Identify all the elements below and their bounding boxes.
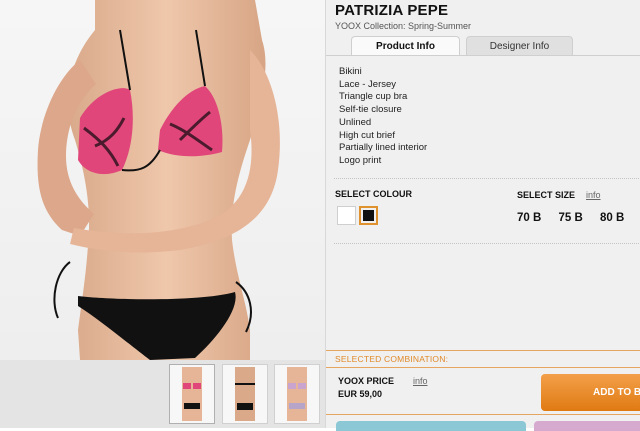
colour-swatch-black[interactable] [359,206,378,225]
add-to-bag-button[interactable]: ADD TO BAG [541,374,640,411]
thumbnail-alt-image [287,367,307,421]
description-line: Self-tie closure [339,104,402,116]
tab-product-info[interactable]: Product Info [351,36,460,56]
brand-name: PATRIZIA PEPE [335,2,449,19]
product-description: Bikini Lace - Jersey Triangle cup bra Se… [339,66,427,168]
description-line: Partially lined interior [339,142,428,154]
product-photo[interactable] [0,0,325,360]
thumbnail-alt[interactable] [274,364,320,424]
divider [334,178,639,179]
size-options: 70 B 75 B 80 B [517,212,638,224]
wishlist-button[interactable] [534,421,640,431]
description-line: Triangle cup bra [339,91,408,103]
description-line: Bikini [339,66,362,77]
collection-label: YOOX Collection: Spring-Summer [335,21,472,31]
selected-combination-label: SELECTED COMBINATION: [335,354,449,364]
size-option[interactable]: 75 B [559,212,583,224]
price-value: EUR 59,00 [338,389,383,399]
product-details-panel: PATRIZIA PEPE YOOX Collection: Spring-Su… [325,0,640,431]
model-illustration [37,0,280,360]
tab-divider [326,55,640,56]
divider [334,243,639,244]
thumbnail-back[interactable] [222,364,268,424]
tab-designer-info[interactable]: Designer Info [466,36,573,56]
thumbnail-front-image [182,367,202,421]
swatch-fill [363,210,374,221]
thumbnail-back-image [235,367,255,421]
thumbnail-strip [0,360,325,428]
share-button[interactable] [336,421,526,431]
product-image-panel [0,0,325,428]
description-line: Logo print [339,154,382,166]
price-info-link[interactable]: info [413,376,428,386]
colour-swatch-white[interactable] [337,206,356,225]
combination-divider-top [326,350,640,351]
description-line: Unlined [339,116,372,128]
select-colour-label: SELECT COLOUR [335,189,413,199]
price-label: YOOX PRICE [338,376,395,386]
bottom-divider [326,414,640,415]
description-line: High cut brief [339,129,395,141]
combination-divider [326,367,640,368]
size-option[interactable]: 70 B [517,212,541,224]
select-size-label: SELECT SIZE [517,190,576,200]
size-info-link[interactable]: info [586,190,601,200]
description-line: Lace - Jersey [339,78,397,90]
size-option[interactable]: 80 B [600,212,624,224]
thumbnail-front[interactable] [169,364,215,424]
